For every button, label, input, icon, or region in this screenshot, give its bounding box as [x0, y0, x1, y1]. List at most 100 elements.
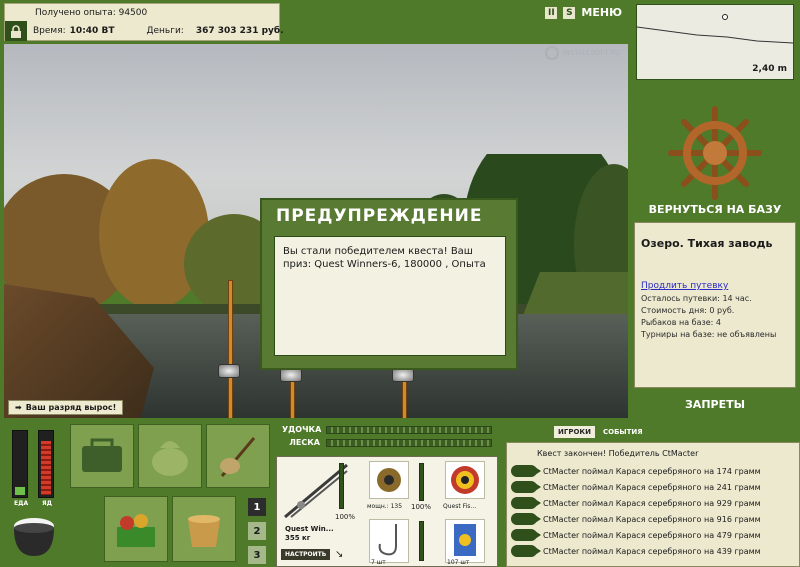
tab-events[interactable]: СОБЫТИЯ [599, 426, 647, 438]
rank-up-notice[interactable]: ➡ Ваш разряд вырос! [8, 400, 124, 415]
bait-slot[interactable] [445, 519, 485, 563]
ship-wheel-icon[interactable] [630, 88, 800, 218]
right-panel: 2,40 m ВЕРНУТЬСЯ НА БАЗУ Озеро. Тихая за… [630, 0, 800, 420]
food-meter-fill [15, 487, 25, 495]
line-durability-row: ЛЕСКА [282, 438, 492, 447]
day-cost: Стоимость дня: 0 руб. [641, 306, 735, 315]
events-tabs: ИГРОКИ СОБЫТИЯ [554, 426, 647, 438]
setup-button[interactable]: НАСТРОИТЬ [281, 549, 331, 560]
rod-weight: 355 кг [285, 534, 311, 542]
fish-icon [511, 529, 541, 541]
s-icon[interactable]: S [563, 6, 576, 19]
event-text: CtMacter поймал Карася серебряного на 47… [543, 530, 761, 540]
tournaments-status: Турниры на базе: не объявлены [641, 330, 777, 339]
line-durability-bar [326, 438, 492, 447]
event-text: CtMacter поймал Карася серебряного на 17… [543, 466, 761, 476]
bag-icon [152, 441, 188, 476]
rod-durability-bar [326, 425, 492, 434]
watermark: INSTALLSOFT.RU [545, 46, 620, 60]
bait-count: 107 шт [447, 559, 470, 566]
rank-up-text: Ваш разряд вырос! [25, 403, 117, 412]
line-item-name: Quest Fis... [443, 503, 477, 510]
menu-button[interactable]: МЕНЮ [581, 6, 622, 19]
inventory-page-2[interactable]: 2 [248, 522, 266, 540]
hook-condition-bar [419, 521, 424, 561]
location-info: Осталось путевки: 14 час. Стоимость дня:… [641, 293, 776, 341]
list-item: CtMacter поймал Карася серебряного на 17… [511, 465, 761, 477]
hook-count: 7 шт [371, 559, 386, 566]
warning-dialog[interactable]: ПРЕДУПРЕЖДЕНИЕ Вы стали победителем квес… [260, 198, 518, 370]
inventory-page-3[interactable]: 3 [248, 546, 266, 564]
location-title: Озеро. Тихая заводь [641, 237, 773, 250]
reel-condition-bar [419, 463, 424, 501]
bucket-slot[interactable] [172, 496, 236, 562]
event-text: CtMacter поймал Карася серебряного на 24… [543, 482, 761, 492]
fish-icon [511, 497, 541, 509]
rod-label: УДОЧКА [282, 425, 322, 434]
inventory-page-1[interactable]: 1 [248, 498, 266, 516]
tackle-details: 100% Quest Win... 355 кг НАСТРОИТЬ ↘ мощ… [276, 456, 498, 567]
poison-meter-fill [41, 441, 51, 495]
food-basket-icon [117, 514, 155, 547]
event-text: CtMacter поймал Карася серебряного на 92… [543, 498, 761, 508]
food-basket-slot[interactable] [104, 496, 168, 562]
fishing-rod-1[interactable] [228, 280, 233, 418]
tackle-box-slot[interactable] [70, 424, 134, 488]
time-money-line: Время: 10:40 ВТ Деньги: 367 303 231 руб. [33, 26, 284, 36]
fish-icon [511, 513, 541, 525]
reel-percent: 100% [411, 503, 432, 511]
poison-label: ЯД [42, 500, 52, 507]
reel-1[interactable] [218, 364, 240, 378]
list-item: CtMacter поймал Карася серебряного на 91… [511, 513, 761, 525]
depth-value: 2,40 m [752, 64, 787, 74]
landing-net-icon [220, 437, 256, 477]
tackle-panel: УДОЧКА ЛЕСКА 100% Quest Win... 355 кг НА… [276, 420, 500, 567]
line-slot[interactable] [445, 461, 485, 499]
reel-slot[interactable] [369, 461, 409, 499]
quest-finished-message: Квест закончен! Победитель CtMacter [537, 449, 699, 458]
net-slot[interactable] [206, 424, 270, 488]
rod-name: Quest Win... 355 кг [285, 525, 334, 543]
fish-icon [511, 545, 541, 557]
depth-map[interactable]: 2,40 m [636, 4, 794, 80]
top-controls: II S МЕНЮ [545, 6, 622, 19]
bait-can-icon [454, 524, 476, 556]
location-panel: Озеро. Тихая заводь Продлить путевку Ост… [634, 222, 796, 388]
arrow-right-icon: ➡ [15, 403, 22, 412]
list-item: CtMacter поймал Карася серебряного на 92… [511, 497, 761, 509]
reel-power: мощн.: 135 [367, 503, 403, 510]
events-list[interactable]: Квест закончен! Победитель CtMacter CtMa… [506, 442, 800, 567]
reel-2[interactable] [280, 368, 302, 382]
tackle-box-icon [82, 438, 122, 472]
rod-name-text: Quest Win... [285, 525, 334, 533]
time-value: 10:40 ВТ [69, 26, 115, 36]
bucket-icon [188, 515, 220, 547]
extend-permit-link[interactable]: Продлить путевку [641, 281, 728, 291]
xp-text: Получено опыта: 94500 [35, 8, 148, 18]
bait-bag-slot[interactable] [138, 424, 202, 488]
fishers-count: Рыбаков на базе: 4 [641, 318, 721, 327]
reel-icon [377, 468, 401, 492]
lock-icon[interactable] [5, 21, 27, 41]
watermark-text: INSTALLSOFT.RU [562, 49, 620, 57]
line-spool-icon [451, 466, 479, 494]
fish-icon [511, 465, 541, 477]
fish-icon [511, 481, 541, 493]
hook-slot[interactable] [369, 519, 409, 563]
watermark-logo-icon [545, 46, 560, 60]
rod-percent: 100% [335, 513, 356, 521]
arrow-down-right-icon: ↘ [335, 549, 344, 560]
pause-icon[interactable]: II [545, 6, 558, 19]
return-to-base-button[interactable]: ВЕРНУТЬСЯ НА БАЗУ [630, 203, 800, 216]
event-text: CtMacter поймал Карася серебряного на 91… [543, 514, 761, 524]
list-item: CtMacter поймал Карася серебряного на 47… [511, 529, 761, 541]
money-label: Деньги: [146, 26, 184, 36]
event-text: CtMacter поймал Карася серебряного на 43… [543, 546, 761, 556]
bans-button[interactable]: ЗАПРЕТЫ [630, 398, 800, 411]
dialog-title: ПРЕДУПРЕЖДЕНИЕ [276, 206, 483, 226]
cooking-pot-icon[interactable] [8, 512, 60, 560]
bottom-panel: ЕДА ЯД 1 2 3 УДОЧКА ЛЕСКА 100% Quest Win… [0, 420, 800, 567]
tab-players[interactable]: ИГРОКИ [554, 426, 595, 438]
reel-3[interactable] [392, 368, 414, 382]
rod-durability-row: УДОЧКА [282, 425, 492, 434]
